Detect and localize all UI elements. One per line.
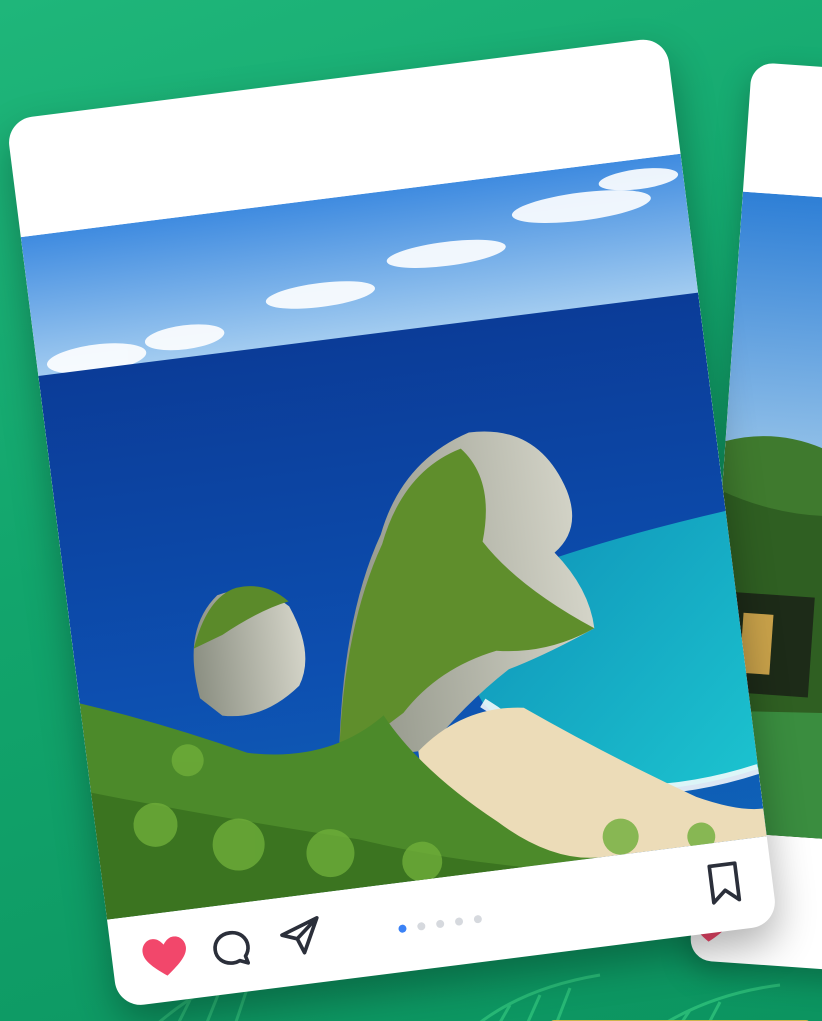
heart-icon <box>142 936 186 976</box>
carousel-dot[interactable] <box>398 924 407 934</box>
carousel-indicator <box>398 914 483 934</box>
carousel-dot[interactable] <box>416 921 426 931</box>
carousel-dot[interactable] <box>454 917 464 927</box>
comment-button[interactable] <box>204 921 260 977</box>
carousel-dot[interactable] <box>435 919 445 929</box>
bookmark-icon <box>707 861 742 905</box>
comment-icon <box>213 930 251 965</box>
send-icon <box>280 916 319 955</box>
post-card <box>6 36 778 1008</box>
scene-background <box>0 0 822 1021</box>
carousel-dot[interactable] <box>473 914 483 924</box>
like-button[interactable] <box>137 930 193 986</box>
save-button[interactable] <box>696 855 752 911</box>
share-button[interactable] <box>273 909 329 965</box>
post-photo <box>20 153 767 920</box>
